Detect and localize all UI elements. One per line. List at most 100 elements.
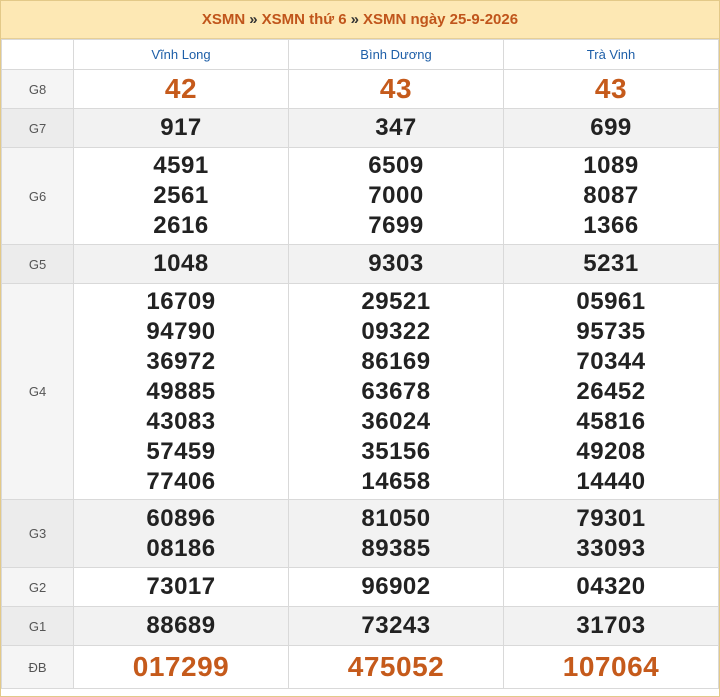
result-number: 7699 [368,212,424,239]
prize-row: G1 88689 73243 31703 [1,606,719,646]
result-number: 57459 [146,437,216,465]
prize-cell: 9303 [288,244,504,284]
result-number: 35156 [361,437,431,465]
result-number: 79301 [576,504,646,532]
result-number: 08186 [146,534,216,562]
prize-cell: 04320 [503,567,719,607]
result-number: 475052 [347,651,445,682]
result-number: 63678 [361,377,431,405]
result-number: 94790 [146,317,216,345]
prize-label: G3 [1,499,74,568]
result-number: 1048 [153,250,209,277]
result-number: 43083 [146,407,216,435]
prize-row: G4 16709 94790 36972 49885 43083 57459 77406 295… [1,283,719,500]
number-list: 4591 2561 2616 [74,151,288,241]
prize-label: G6 [1,147,74,245]
result-number: 017299 [132,651,230,682]
province-header[interactable]: Vĩnh Long [73,39,289,70]
result-number: 9303 [368,250,424,277]
result-number: 2616 [153,212,209,239]
province-header[interactable]: Trà Vinh [503,39,719,70]
number-list: 43 [289,74,503,104]
prize-label: G7 [1,108,74,148]
corner-cell [1,39,74,70]
number-list: 699 [504,113,718,143]
result-number: 36024 [361,407,431,435]
prize-cell: 5231 [503,244,719,284]
prize-row: ĐB 017299 475052 107064 [1,645,719,689]
result-number: 95735 [576,317,646,345]
result-number: 81050 [361,504,431,532]
result-number: 89385 [361,534,431,562]
prize-cell: 79301 33093 [503,499,719,568]
result-number: 29521 [361,287,431,315]
prize-row: G3 60896 08186 81050 89385 79301 33093 [1,499,719,568]
result-number: 5231 [583,250,639,277]
result-number: 88689 [146,612,216,639]
number-list: 107064 [504,652,718,682]
number-list: 31703 [504,611,718,641]
result-number: 45816 [576,407,646,435]
result-number: 14440 [576,467,646,495]
result-number: 31703 [576,612,646,639]
number-list: 04320 [504,572,718,602]
breadcrumb-link-xsmn[interactable]: XSMN [202,11,245,28]
number-list: 29521 09322 86169 63678 36024 35156 14658 [289,287,503,497]
number-list: 05961 95735 70344 26452 45816 49208 14440 [504,287,718,497]
breadcrumb-separator: » [350,11,359,28]
prize-cell: 4591 2561 2616 [73,147,289,245]
result-number: 09322 [361,317,431,345]
result-number: 8087 [583,182,639,209]
prize-label: G4 [1,283,74,500]
result-number: 05961 [576,287,646,315]
result-number: 26452 [576,377,646,405]
result-number: 43 [379,73,413,104]
breadcrumb-link-xsmn-friday[interactable]: XSMN thứ 6 [262,11,347,28]
prize-cell: 6509 7000 7699 [288,147,504,245]
number-list: 88689 [74,611,288,641]
prize-cell: 017299 [73,645,289,689]
prize-cell: 81050 89385 [288,499,504,568]
prize-cell: 1048 [73,244,289,284]
number-list: 16709 94790 36972 49885 43083 57459 77406 [74,287,288,497]
prize-row: G7 917 347 699 [1,108,719,148]
results-table: Vĩnh Long Bình Dương Trà Vinh G8 42 43 43 G7… [1,39,719,689]
number-list: 42 [74,74,288,104]
result-number: 77406 [146,467,216,495]
number-list: 1089 8087 1366 [504,151,718,241]
prize-cell: 699 [503,108,719,148]
result-number: 73243 [361,612,431,639]
result-number: 14658 [361,467,431,495]
number-list: 917 [74,113,288,143]
result-number: 6509 [368,152,424,179]
results-panel: XSMN» XSMN thứ 6» XSMN ngày 25-9-2026 Vĩnh… [0,0,720,697]
prize-cell: 73243 [288,606,504,646]
result-number: 7000 [368,182,424,209]
result-number: 4591 [153,152,209,179]
breadcrumb: XSMN» XSMN thứ 6» XSMN ngày 25-9-2026 [1,1,719,39]
prize-cell: 917 [73,108,289,148]
number-list: 347 [289,113,503,143]
breadcrumb-separator: » [249,11,258,28]
prize-cell: 42 [73,69,289,109]
result-number: 49885 [146,377,216,405]
breadcrumb-current-date[interactable]: XSMN ngày 25-9-2026 [363,11,518,28]
province-header[interactable]: Bình Dương [288,39,504,70]
result-number: 60896 [146,504,216,532]
prize-cell: 05961 95735 70344 26452 45816 49208 14440 [503,283,719,500]
result-number: 1366 [583,212,639,239]
prize-cell: 60896 08186 [73,499,289,568]
result-number: 96902 [361,573,431,600]
prize-row: G8 42 43 43 [1,69,719,109]
prize-row: G6 4591 2561 2616 6509 7000 7699 1089 8087 1366 [1,147,719,245]
result-number: 16709 [146,287,216,315]
prize-cell: 347 [288,108,504,148]
number-list: 5231 [504,249,718,279]
prize-cell: 475052 [288,645,504,689]
number-list: 1048 [74,249,288,279]
number-list: 96902 [289,572,503,602]
result-number: 1089 [583,152,639,179]
prize-cell: 107064 [503,645,719,689]
prize-cell: 43 [288,69,504,109]
number-list: 6509 7000 7699 [289,151,503,241]
